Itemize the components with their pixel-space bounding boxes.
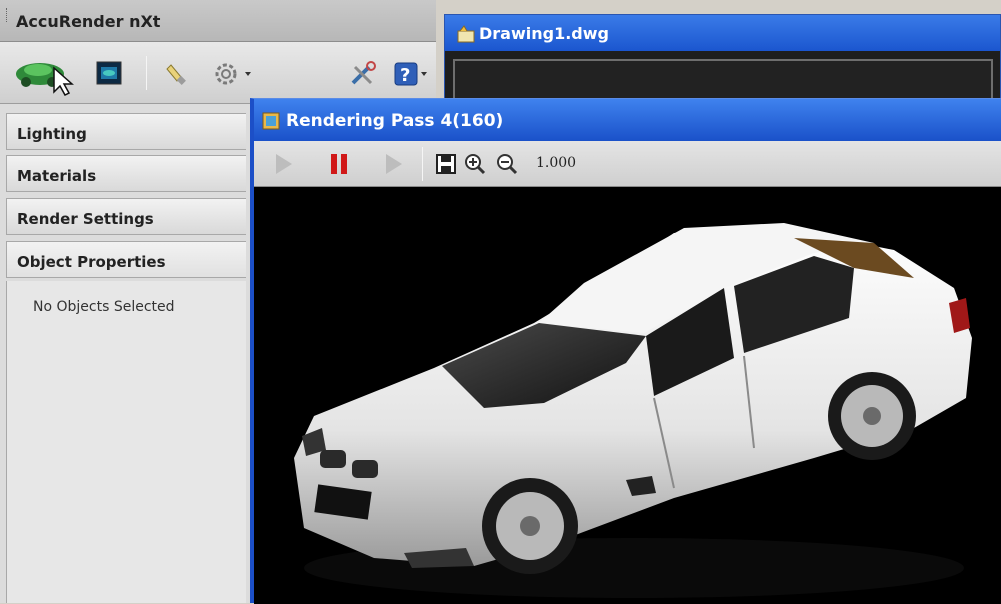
light-bulb-icon[interactable] — [160, 58, 192, 90]
render-pointer-icon[interactable] — [14, 52, 76, 96]
render-title: Rendering Pass 4(160) — [286, 111, 504, 131]
settings-dropdown[interactable] — [212, 58, 256, 90]
toolbar-separator — [422, 147, 423, 181]
section-lighting[interactable]: Lighting — [6, 113, 246, 150]
render-window: Rendering Pass 4(160) 1.000 — [250, 98, 1001, 604]
svg-text:?: ? — [400, 65, 410, 86]
save-icon[interactable] — [434, 151, 458, 177]
play-icon[interactable] — [268, 149, 298, 179]
accurender-title-bar[interactable]: AccuRender nXt — [0, 0, 436, 42]
rendered-car-image — [294, 223, 972, 598]
zoom-level: 1.000 — [536, 155, 577, 171]
render-window-icon — [262, 112, 280, 134]
render-viewport[interactable] — [254, 188, 1001, 604]
render-title-bar[interactable]: Rendering Pass 4(160) — [254, 99, 1001, 141]
object-properties-body: No Objects Selected — [6, 281, 246, 603]
pause-icon[interactable] — [324, 149, 354, 179]
section-render-settings[interactable]: Render Settings — [6, 198, 246, 235]
step-icon[interactable] — [378, 149, 408, 179]
render-view-icon[interactable] — [94, 58, 124, 88]
autocad-drawing-icon — [457, 25, 475, 47]
drawing-title: Drawing1.dwg — [479, 24, 609, 43]
help-icon[interactable]: ? — [390, 58, 432, 90]
zoom-in-icon[interactable] — [462, 151, 488, 177]
tools-icon[interactable] — [346, 58, 380, 90]
grip-handle[interactable] — [6, 8, 9, 22]
drawing-title-bar[interactable]: Drawing1.dwg — [445, 15, 1000, 51]
render-toolbar: 1.000 — [254, 141, 1001, 187]
zoom-out-icon[interactable] — [494, 151, 520, 177]
no-objects-message: No Objects Selected — [33, 299, 175, 315]
section-materials[interactable]: Materials — [6, 155, 246, 192]
accurender-toolbar: ? — [0, 42, 436, 104]
toolbar-separator — [146, 56, 147, 90]
accurender-title: AccuRender nXt — [16, 12, 161, 31]
section-object-properties[interactable]: Object Properties — [6, 241, 246, 278]
